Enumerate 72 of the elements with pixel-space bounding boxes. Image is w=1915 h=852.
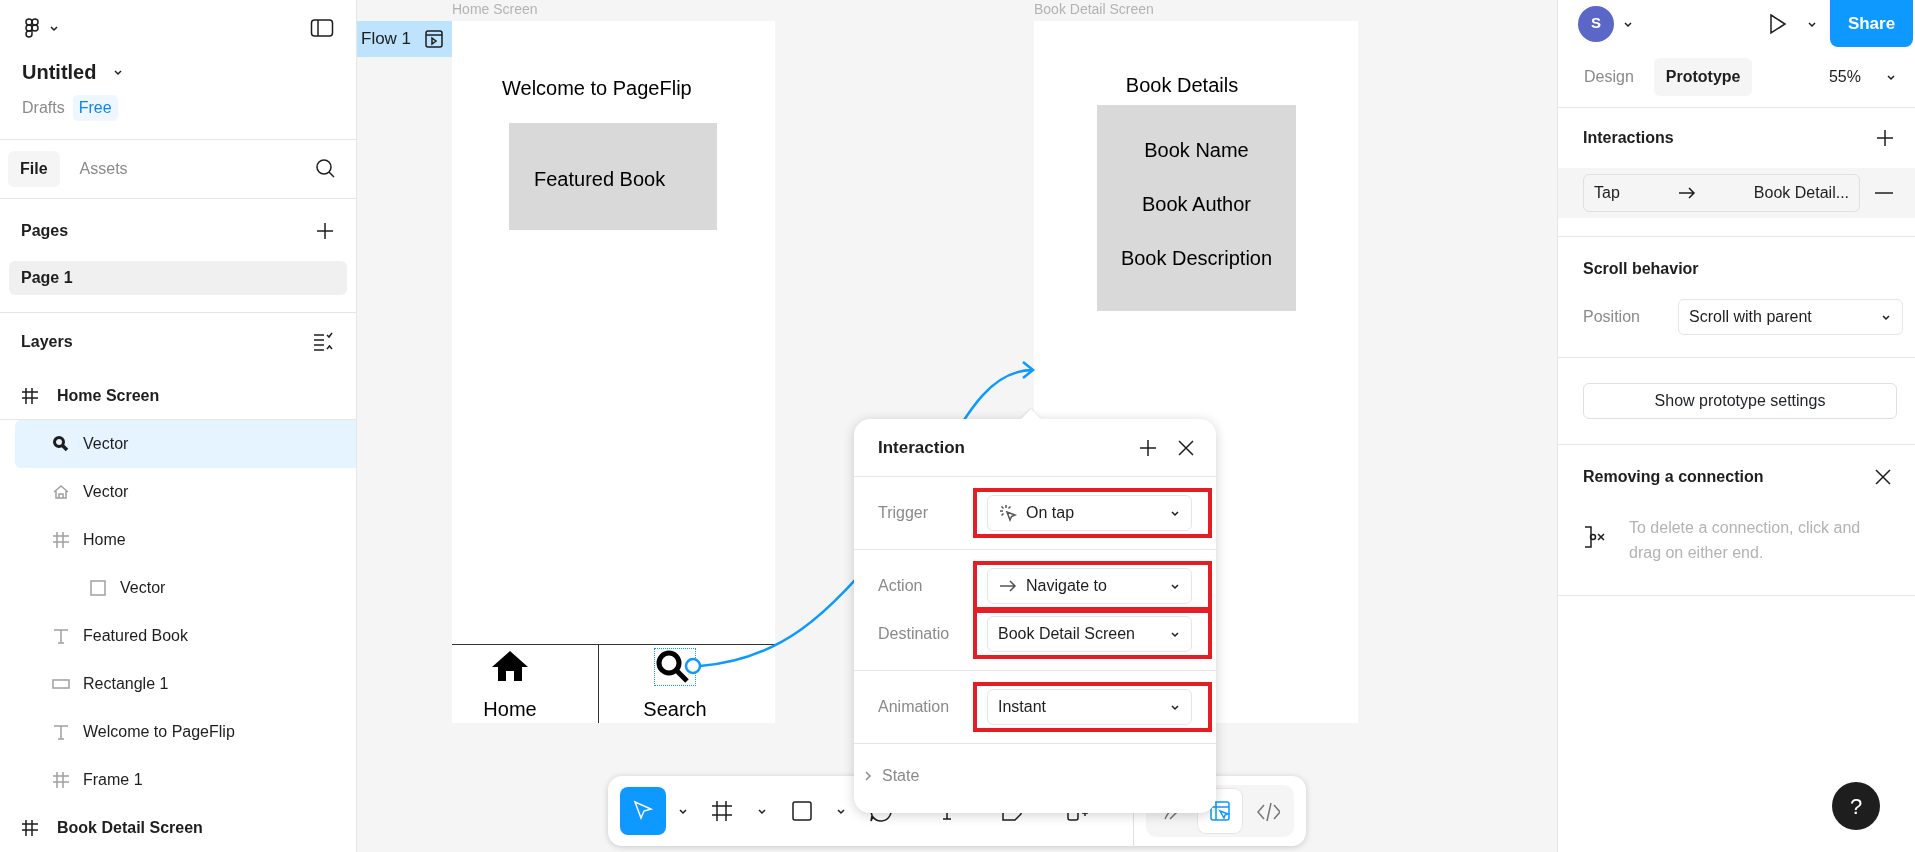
collapse-layers-icon[interactable] [312, 331, 334, 354]
layer-item[interactable]: Welcome to PageFlip [15, 708, 356, 756]
placeholder-text: Book Name [1144, 138, 1249, 163]
layer-item[interactable]: Frame 1 [15, 756, 356, 804]
prototype-settings-button[interactable]: Show prototype settings [1583, 383, 1897, 419]
nav-label: Search [643, 697, 707, 722]
popup-title: Interaction [878, 436, 965, 459]
field-label: Position [1583, 307, 1641, 327]
flow-start-icon[interactable] [424, 29, 444, 49]
heading-text: Book Details [1125, 73, 1239, 98]
dropdown[interactable]: Instant [987, 689, 1192, 725]
placeholder-text: Featured Book [534, 167, 666, 192]
frame-icon [20, 818, 40, 838]
dropdown[interactable]: Navigate to [987, 568, 1192, 604]
section-title: Pages [21, 220, 69, 241]
sidebar-toggle-icon[interactable] [310, 18, 334, 39]
chevron-icon [862, 770, 874, 782]
dropdown[interactable]: Book Detail Screen [987, 616, 1192, 652]
add-icon[interactable] [1875, 128, 1895, 148]
file-title-button[interactable]: Untitled [22, 56, 125, 87]
layer-item[interactable]: Vector [15, 420, 356, 468]
prototype-icon [1207, 799, 1232, 823]
section-title: Layers [21, 332, 73, 353]
field-label: Destinatio [878, 624, 951, 644]
placeholder-text: Book Author [1142, 192, 1251, 217]
state-toggle[interactable]: State [854, 744, 920, 788]
frame-icon [51, 530, 71, 550]
placeholder-text: Book Description [1120, 246, 1273, 271]
plan-label: Free [72, 94, 118, 121]
close-icon[interactable] [1873, 467, 1893, 487]
user-avatar[interactable]: S [1578, 5, 1614, 42]
nav-label: Home [483, 697, 537, 722]
panel-tab[interactable]: File [8, 150, 60, 187]
zoom-menu[interactable]: 55% [1828, 65, 1897, 89]
text-icon [51, 722, 71, 742]
field-label: Action [878, 576, 924, 596]
add-icon[interactable] [1138, 437, 1158, 458]
panel-tab[interactable]: Prototype [1653, 58, 1753, 96]
interaction-item[interactable]: Tap Book Detail... [1583, 174, 1860, 212]
dropdown[interactable]: Scroll with parent [1678, 299, 1903, 335]
heading-text: Welcome to PageFlip [502, 76, 692, 101]
search-icon [51, 434, 71, 454]
frame-icon [20, 385, 40, 406]
frame-icon [51, 770, 71, 790]
field-label: Trigger [878, 503, 930, 523]
field-label: Animation [878, 697, 951, 717]
layer-item[interactable]: Home [15, 516, 356, 564]
section-title: Removing a connection [1583, 467, 1764, 487]
layer-item[interactable]: Book Detail Screen [0, 804, 356, 852]
tap-icon [998, 503, 1018, 523]
dropdown[interactable]: On tap [987, 495, 1192, 531]
close-icon[interactable] [1176, 437, 1196, 458]
section-title: Scroll behavior [1583, 259, 1700, 279]
search-icon[interactable] [315, 158, 336, 180]
layer-item[interactable]: Rectangle 1 [15, 660, 356, 708]
page-item[interactable]: Page 1 [9, 260, 347, 295]
text-icon [51, 626, 71, 646]
panel-tab[interactable]: Design [1572, 58, 1646, 96]
help-text: To delete a connection, click and drag on either end. [1629, 518, 1862, 563]
section-title: Interactions [1583, 128, 1674, 148]
layer-item[interactable]: Vector [15, 468, 356, 516]
square-icon [88, 578, 108, 598]
add-icon[interactable] [315, 220, 335, 241]
search-icon[interactable] [655, 649, 695, 685]
layer-item[interactable]: Featured Book [15, 612, 356, 660]
comment-icon [867, 813, 894, 824]
project-location[interactable]: Drafts [22, 95, 65, 120]
flow-label[interactable]: Flow 1 [357, 21, 452, 57]
account-menu[interactable]: S [1578, 5, 1634, 42]
house-icon [51, 482, 71, 502]
panel-tab[interactable]: Assets [67, 150, 140, 187]
layer-item[interactable]: Vector [15, 564, 356, 612]
